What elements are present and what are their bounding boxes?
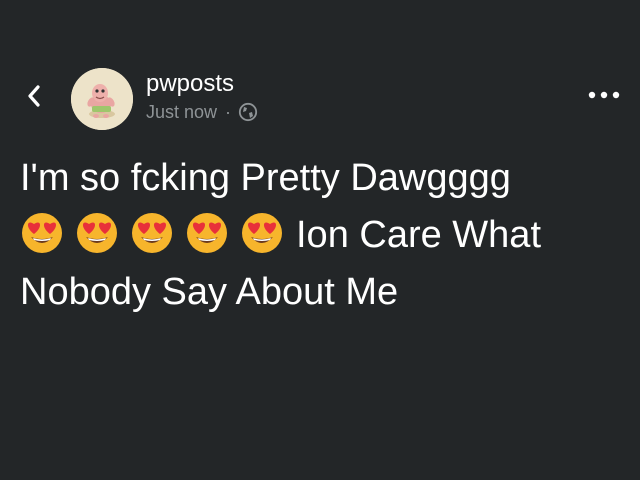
smiling-face-with-heart-eyes-emoji [20, 211, 64, 255]
post-line-2: Ion Care What [20, 207, 620, 264]
back-button[interactable] [18, 80, 50, 112]
smiling-face-with-heart-eyes-emoji [130, 211, 174, 255]
globe-icon [238, 102, 258, 122]
username[interactable]: pwposts [146, 70, 234, 98]
avatar[interactable] [71, 68, 133, 130]
post-meta: Just now · [146, 101, 258, 123]
post-body: I'm so fcking Pretty Dawgggg Ion Care Wh… [20, 150, 620, 321]
smiling-face-with-heart-eyes-emoji [185, 211, 229, 255]
more-options-button[interactable] [584, 84, 624, 106]
timestamp: Just now [146, 102, 218, 122]
emoji-row [20, 211, 284, 255]
chevron-left-icon [28, 85, 40, 107]
smiling-face-with-heart-eyes-emoji [75, 211, 119, 255]
post-line-2-text: Ion Care What [296, 214, 541, 256]
ellipsis-horizontal-icon [588, 91, 620, 99]
post-line-1: I'm so fcking Pretty Dawgggg [20, 157, 511, 199]
post-line-3: Nobody Say About Me [20, 271, 399, 313]
smiling-face-with-heart-eyes-emoji [240, 211, 284, 255]
meta-separator: · [225, 102, 232, 122]
